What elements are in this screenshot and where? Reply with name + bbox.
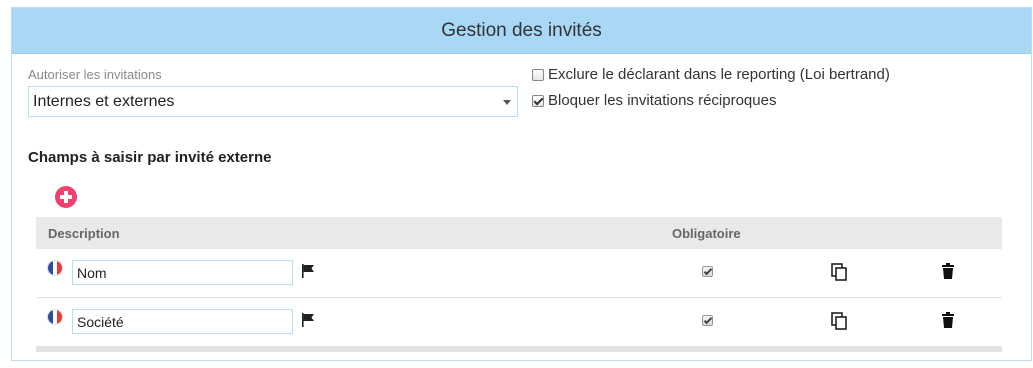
table-footer-bar [36,347,1002,352]
required-checkbox[interactable] [702,266,713,277]
table-header: Description Obligatoire [36,217,1002,249]
invitations-label: Autoriser les invitations [28,67,162,82]
exclude-declarant-option[interactable]: Exclure le déclarant dans le reporting (… [532,66,890,83]
copy-icon[interactable] [831,263,847,281]
language-flag-icon[interactable] [301,313,315,327]
france-flag-icon [47,309,63,325]
fields-section-title: Champs à saisir par invité externe [28,149,272,166]
trash-icon[interactable] [941,312,955,328]
trash-icon[interactable] [941,263,955,279]
exclude-declarant-checkbox[interactable] [532,68,544,81]
invitations-select-value: Internes et externes [33,92,175,110]
exclude-declarant-label: Exclure le déclarant dans le reporting (… [548,66,890,83]
description-input[interactable] [72,260,293,285]
column-required: Obligatoire [672,226,741,241]
invitations-select[interactable]: Internes et externes [28,86,518,117]
language-flag-icon[interactable] [301,264,315,278]
caret-down-icon [503,100,511,105]
block-reciprocal-checkbox[interactable] [532,94,544,107]
block-reciprocal-label: Bloquer les invitations réciproques [548,92,777,109]
fields-table: Description Obligatoire [36,217,1002,352]
panel-title: Gestion des invités [441,19,602,41]
column-description: Description [48,226,120,241]
add-icon[interactable] [55,186,77,208]
france-flag-icon [47,260,63,276]
block-reciprocal-option[interactable]: Bloquer les invitations réciproques [532,92,776,109]
panel-header: Gestion des invités [12,8,1031,54]
guest-management-panel: Gestion des invités Autoriser les invita… [11,7,1032,361]
table-row [36,298,1002,347]
required-checkbox[interactable] [702,315,713,326]
table-row [36,249,1002,298]
copy-icon[interactable] [831,312,847,330]
description-input[interactable] [72,309,293,334]
